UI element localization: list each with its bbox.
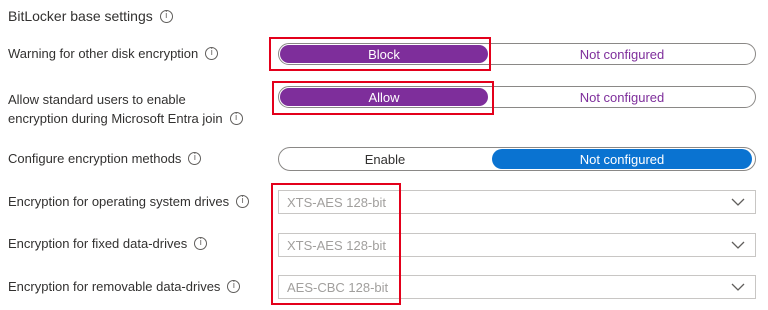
allow-standard-users-label: Allow standard users to enable encryptio…: [8, 90, 243, 128]
removable-drive-encryption-label: Encryption for removable data-drives i: [8, 277, 241, 296]
highlight-box: [271, 183, 401, 305]
warning-disk-encryption-label: Warning for other disk encryption i: [8, 44, 219, 63]
setting-label-line1: Allow standard users to enable: [8, 92, 186, 107]
section-title-text: BitLocker base settings: [8, 8, 153, 24]
info-icon[interactable]: i: [236, 195, 250, 208]
chevron-down-icon: [731, 283, 745, 291]
chevron-down-icon: [731, 198, 745, 206]
fixed-drive-encryption-label: Encryption for fixed data-drives i: [8, 234, 208, 253]
os-drive-encryption-label: Encryption for operating system drives i: [8, 192, 250, 211]
configure-encryption-methods-label: Configure encryption methods i: [8, 149, 202, 168]
toggle-option-not-configured[interactable]: Not configured: [489, 87, 755, 107]
info-icon[interactable]: i: [188, 152, 202, 165]
dropdown-label-text: Encryption for removable data-drives: [8, 279, 221, 294]
setting-label-text: Warning for other disk encryption: [8, 46, 199, 61]
section-title: BitLocker base settings i: [8, 8, 173, 24]
info-icon[interactable]: i: [229, 112, 243, 125]
info-icon[interactable]: i: [205, 47, 219, 60]
highlight-box: [269, 37, 491, 71]
toggle-option-enable[interactable]: Enable: [279, 148, 491, 170]
configure-encryption-methods-toggle[interactable]: Enable Not configured: [278, 147, 756, 171]
info-icon[interactable]: i: [159, 9, 173, 23]
setting-label-text: Configure encryption methods: [8, 151, 182, 166]
chevron-down-icon: [731, 241, 745, 249]
highlight-box: [272, 81, 494, 115]
setting-label-line2: encryption during Microsoft Entra join: [8, 111, 223, 126]
dropdown-label-text: Encryption for operating system drives: [8, 194, 230, 209]
toggle-option-not-configured[interactable]: Not configured: [489, 44, 755, 64]
info-icon[interactable]: i: [194, 237, 208, 250]
toggle-option-not-configured[interactable]: Not configured: [492, 149, 752, 169]
info-icon[interactable]: i: [227, 280, 241, 293]
dropdown-label-text: Encryption for fixed data-drives: [8, 236, 188, 251]
